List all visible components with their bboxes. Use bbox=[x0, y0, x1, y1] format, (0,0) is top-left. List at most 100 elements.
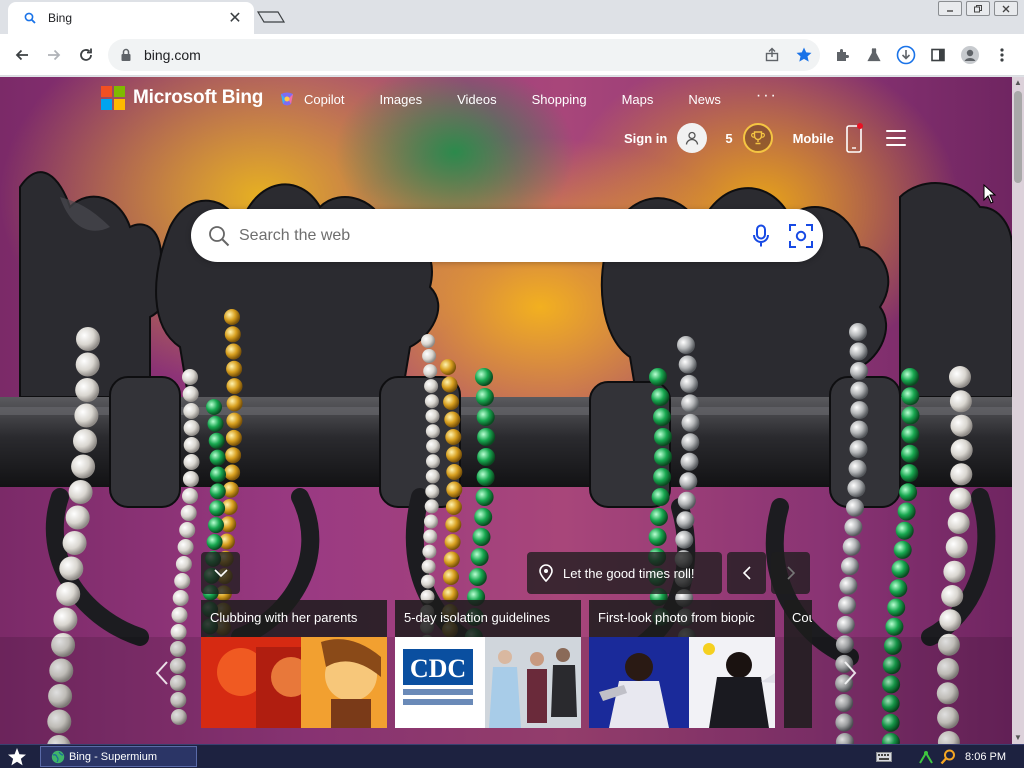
window-controls bbox=[938, 1, 1018, 16]
nav-more[interactable]: ··· bbox=[756, 87, 778, 105]
mobile-link[interactable]: Mobile bbox=[793, 131, 834, 146]
bead bbox=[648, 528, 667, 546]
news-card-title: 5-day isolation guidelines bbox=[404, 610, 550, 625]
bead bbox=[651, 488, 670, 506]
close-window-button[interactable] bbox=[994, 1, 1018, 16]
lock-icon[interactable] bbox=[120, 48, 134, 62]
side-panel-icon[interactable] bbox=[922, 39, 954, 71]
scrollbar-thumb[interactable] bbox=[1014, 91, 1022, 183]
bead bbox=[950, 463, 973, 486]
keyboard-icon[interactable] bbox=[875, 748, 893, 766]
rewards-points[interactable]: 5 bbox=[725, 131, 732, 146]
system-tray: 8:06 PM bbox=[871, 745, 1024, 768]
forward-button[interactable] bbox=[38, 39, 70, 71]
page-scrollbar[interactable]: ▲ ▼ bbox=[1012, 77, 1024, 744]
nav-copilot[interactable]: Copilot bbox=[278, 90, 344, 108]
bead bbox=[477, 428, 496, 446]
mobile-phone-icon[interactable] bbox=[844, 123, 864, 153]
collapse-feed-button[interactable] bbox=[201, 552, 240, 594]
bead bbox=[226, 378, 243, 395]
bead bbox=[226, 395, 243, 412]
bead bbox=[681, 433, 700, 452]
bead bbox=[424, 514, 438, 529]
download-icon[interactable] bbox=[890, 39, 922, 71]
profile-icon[interactable] bbox=[954, 39, 986, 71]
back-button[interactable] bbox=[6, 39, 38, 71]
bead bbox=[446, 446, 462, 463]
copilot-icon bbox=[281, 92, 293, 106]
news-card[interactable]: First-look photo from biopic bbox=[589, 600, 775, 728]
previous-image-button[interactable] bbox=[727, 552, 766, 594]
extensions-icon[interactable] bbox=[826, 39, 858, 71]
bead bbox=[838, 596, 856, 615]
feed-next-button[interactable] bbox=[838, 655, 862, 691]
bead bbox=[441, 376, 458, 393]
bead bbox=[426, 439, 441, 454]
scroll-up-arrow[interactable]: ▲ bbox=[1012, 77, 1024, 89]
bookmark-star-icon[interactable] bbox=[788, 39, 820, 71]
chevron-down-icon bbox=[213, 569, 228, 577]
share-icon[interactable] bbox=[756, 39, 788, 71]
trophy-icon[interactable] bbox=[742, 123, 773, 153]
restore-button[interactable] bbox=[966, 1, 990, 16]
microsoft-bing-logo[interactable]: Microsoft Bing bbox=[101, 86, 263, 110]
menu-kebab-icon[interactable] bbox=[986, 39, 1018, 71]
bead bbox=[225, 447, 242, 464]
taskbar-item-label: Bing - Supermium bbox=[69, 750, 158, 763]
news-card[interactable]: Clubbing with her parents bbox=[201, 600, 387, 728]
feed-prev-button[interactable] bbox=[150, 655, 174, 691]
tab-bing[interactable]: Bing ✕ bbox=[8, 2, 254, 34]
hamburger-menu-icon[interactable] bbox=[885, 130, 906, 146]
bead bbox=[421, 574, 435, 589]
user-avatar-icon[interactable] bbox=[677, 123, 708, 153]
bead bbox=[475, 488, 494, 506]
search-tray-icon[interactable] bbox=[939, 748, 957, 766]
bead bbox=[224, 309, 240, 325]
bead bbox=[849, 440, 868, 459]
bead bbox=[468, 568, 487, 586]
close-tab-icon[interactable]: ✕ bbox=[226, 8, 244, 28]
minimize-button[interactable] bbox=[938, 1, 962, 16]
search-input[interactable] bbox=[239, 220, 743, 251]
bead bbox=[841, 557, 859, 576]
bead bbox=[182, 386, 199, 402]
bead bbox=[210, 466, 226, 483]
new-tab-button[interactable] bbox=[256, 9, 286, 25]
bead bbox=[849, 342, 868, 361]
nav-videos[interactable]: Videos bbox=[457, 92, 497, 107]
bead bbox=[183, 420, 200, 436]
taskbar-item-bing[interactable]: Bing - Supermium bbox=[40, 746, 197, 767]
bead bbox=[901, 425, 920, 444]
bead bbox=[901, 444, 919, 463]
bead bbox=[440, 359, 456, 375]
bead bbox=[472, 528, 491, 546]
address-bar[interactable]: bing.com bbox=[108, 39, 820, 71]
scroll-down-arrow[interactable]: ▼ bbox=[1012, 732, 1024, 744]
bead bbox=[74, 403, 99, 428]
bing-page: Microsoft Bing Copilot Images Videos Sho… bbox=[0, 77, 1024, 744]
start-button[interactable] bbox=[0, 745, 34, 768]
sign-in-link[interactable]: Sign in bbox=[624, 131, 667, 146]
voice-search-microphone-icon[interactable] bbox=[743, 218, 779, 254]
nav-copilot-label: Copilot bbox=[304, 91, 345, 107]
image-caption[interactable]: Let the good times roll! bbox=[527, 552, 722, 594]
news-card-partial[interactable]: Cou bbox=[784, 600, 812, 728]
next-image-button[interactable] bbox=[771, 552, 810, 594]
nav-maps[interactable]: Maps bbox=[622, 92, 654, 107]
bead bbox=[426, 454, 440, 469]
bead bbox=[470, 548, 489, 566]
network-icon[interactable] bbox=[917, 748, 935, 766]
bead bbox=[225, 429, 242, 446]
bead bbox=[443, 394, 460, 410]
url-text[interactable]: bing.com bbox=[144, 47, 756, 63]
bead bbox=[476, 468, 495, 486]
bead bbox=[183, 437, 200, 453]
nav-news[interactable]: News bbox=[688, 92, 721, 107]
nav-shopping[interactable]: Shopping bbox=[532, 92, 587, 107]
nav-images[interactable]: Images bbox=[379, 92, 422, 107]
reload-button[interactable] bbox=[70, 39, 102, 71]
visual-search-camera-icon[interactable] bbox=[783, 218, 819, 254]
bead bbox=[654, 448, 672, 466]
news-card[interactable]: 5-day isolation guidelines CDC bbox=[395, 600, 581, 728]
labs-flask-icon[interactable] bbox=[858, 39, 890, 71]
